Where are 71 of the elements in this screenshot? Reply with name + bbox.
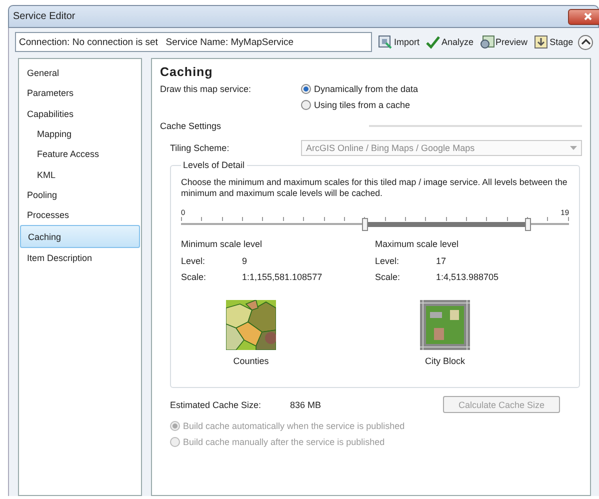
sidebar-item[interactable]: Feature Access xyxy=(20,144,140,164)
toolbar-button[interactable]: Preview xyxy=(478,34,528,50)
tick-mark xyxy=(344,217,345,221)
sidebar-item[interactable]: Item Description xyxy=(20,248,140,268)
scale-label: Scale: xyxy=(375,272,402,282)
counties-map-drawing xyxy=(226,300,276,350)
tick-mark xyxy=(486,217,488,221)
tick-mark xyxy=(201,217,202,221)
tick-mark xyxy=(466,217,468,221)
tick-mark xyxy=(506,217,508,221)
connection-info-field: Connection: No connection is set Service Name: MyMapService xyxy=(15,32,372,52)
close-icon xyxy=(583,12,593,21)
scale-heading: Minimum scale level xyxy=(181,239,264,249)
map-caption: Counties xyxy=(233,356,269,366)
tick-mark xyxy=(242,217,244,221)
radio-button[interactable] xyxy=(301,84,311,94)
scale-label: Scale: xyxy=(181,272,208,282)
slider-thumb[interactable] xyxy=(362,218,368,231)
cache-settings-label: Cache Settings xyxy=(160,121,222,131)
sidebar-item[interactable]: Processes xyxy=(20,205,140,226)
slider-thumb[interactable] xyxy=(525,218,532,231)
tick-mark xyxy=(324,217,325,221)
estimated-size-label: Estimated Cache Size: xyxy=(169,400,262,410)
section-title: Caching xyxy=(160,65,214,79)
window-title: Service Editor xyxy=(13,11,76,22)
dropdown-arrow-icon xyxy=(570,146,577,150)
estimated-size-value: 836 MB xyxy=(290,400,322,410)
radio-option[interactable]: Using tiles from a cache xyxy=(301,100,418,110)
scale-heading: Maximum scale level xyxy=(375,239,460,249)
sidebar-item[interactable]: Caching xyxy=(20,225,140,248)
tick-mark xyxy=(282,217,284,221)
city-block-map-drawing xyxy=(420,300,470,350)
import-icon xyxy=(377,34,393,50)
sidebar-item[interactable]: Pooling xyxy=(20,184,140,206)
scale-value: 1:4,513.988705 xyxy=(436,272,499,282)
sidebar-item[interactable]: Mapping xyxy=(20,124,140,144)
tick-mark xyxy=(425,217,426,221)
radio-button[interactable] xyxy=(301,100,311,110)
radio-option[interactable]: Dynamically from the data xyxy=(301,84,418,94)
group-legend: Levels of Detail xyxy=(181,160,247,170)
close-button[interactable] xyxy=(568,8,599,24)
tick-mark xyxy=(384,217,386,221)
collapse-button[interactable] xyxy=(578,34,593,50)
tick-mark xyxy=(547,217,548,221)
tick-mark xyxy=(446,217,447,221)
sidebar-item[interactable]: General xyxy=(20,63,140,84)
tick-mark xyxy=(262,217,264,221)
toolbar-button[interactable]: Analyze xyxy=(424,34,474,50)
level-value: 9 xyxy=(242,256,248,266)
draw-label: Draw this map service: xyxy=(160,84,252,96)
sidebar-item[interactable]: Capabilities xyxy=(20,104,140,124)
tick-mark xyxy=(303,217,304,221)
preview-icon xyxy=(478,34,495,50)
checkmark-icon xyxy=(424,34,441,50)
level-label: Level: xyxy=(375,256,400,266)
tick-mark xyxy=(222,217,223,221)
tick-mark xyxy=(568,217,569,221)
level-label: Level: xyxy=(181,256,206,266)
tick-mark xyxy=(181,217,182,221)
description-text: Choose the minimum and maximum scales for this tiled map / image service. All levels between the minimum and maximum scale levels will be cached. xyxy=(181,177,568,199)
tick-mark xyxy=(404,217,406,221)
chevron-up-icon xyxy=(580,38,591,46)
toolbar-button[interactable]: Stage xyxy=(532,34,574,50)
sidebar-item[interactable]: Parameters xyxy=(20,83,140,104)
tiling-scheme-label: Tiling Scheme: xyxy=(170,143,230,153)
sidebar-item[interactable]: KML xyxy=(20,164,140,185)
map-caption: City Block xyxy=(424,356,465,366)
scale-value: 1:1,155,581.108577 xyxy=(242,272,322,282)
stage-icon xyxy=(532,34,549,50)
level-value: 17 xyxy=(436,256,446,266)
toolbar-button[interactable]: Import xyxy=(377,34,420,50)
